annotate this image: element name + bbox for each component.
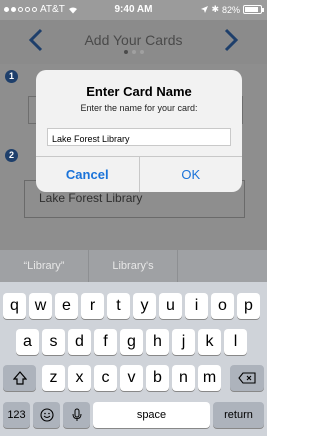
key-w[interactable]: w — [29, 293, 52, 319]
key-z[interactable]: z — [42, 365, 65, 391]
battery-percent: 82% — [221, 4, 240, 15]
key-c[interactable]: c — [94, 365, 117, 391]
status-bar: AT&T 9:40 AM ✱ 82% — [0, 0, 267, 20]
key-a[interactable]: a — [16, 329, 39, 355]
step-2-badge: 2 — [5, 149, 18, 162]
page-dot — [139, 50, 144, 54]
key-p[interactable]: p — [237, 293, 260, 319]
page-indicator — [0, 50, 267, 54]
key-i[interactable]: i — [185, 293, 208, 319]
keyboard: “Library” Library's q w e r t y u i o p … — [0, 250, 267, 436]
key-m[interactable]: m — [198, 365, 221, 391]
alert-title: Enter Card Name — [86, 84, 192, 99]
prediction-1[interactable]: “Library” — [0, 250, 89, 282]
predictive-bar: “Library” Library's — [0, 250, 267, 282]
alert-buttons: Cancel OK — [36, 156, 242, 192]
dictation-key[interactable] — [63, 402, 90, 428]
key-h[interactable]: h — [146, 329, 169, 355]
emoji-key[interactable] — [33, 402, 60, 428]
key-g[interactable]: g — [120, 329, 143, 355]
key-y[interactable]: y — [133, 293, 156, 319]
prediction-2[interactable]: Library's — [89, 250, 178, 282]
key-n[interactable]: n — [172, 365, 195, 391]
prediction-3[interactable] — [178, 250, 267, 282]
space-key[interactable]: space — [93, 402, 210, 428]
status-right: ✱ 82% — [201, 4, 264, 15]
key-q[interactable]: q — [3, 293, 26, 319]
key-u[interactable]: u — [159, 293, 182, 319]
cancel-button[interactable]: Cancel — [36, 157, 140, 192]
key-e[interactable]: e — [55, 293, 78, 319]
emoji-smiley-icon — [39, 408, 54, 422]
microphone-icon — [72, 408, 81, 421]
key-x[interactable]: x — [68, 365, 91, 391]
shift-arrow-icon — [12, 370, 27, 385]
key-k[interactable]: k — [198, 329, 221, 355]
ok-button[interactable]: OK — [140, 157, 243, 192]
key-o[interactable]: o — [211, 293, 234, 319]
delete-backspace-icon — [238, 372, 256, 384]
page-dot — [123, 50, 128, 54]
key-r[interactable]: r — [81, 293, 104, 319]
key-t[interactable]: t — [107, 293, 130, 319]
card-name-input[interactable] — [47, 128, 231, 146]
numbers-key[interactable]: 123 — [3, 402, 30, 428]
navigation-bar: Add Your Cards — [0, 20, 267, 64]
key-d[interactable]: d — [68, 329, 91, 355]
delete-key[interactable] — [230, 365, 264, 391]
key-v[interactable]: v — [120, 365, 143, 391]
key-b[interactable]: b — [146, 365, 169, 391]
battery-icon — [243, 5, 264, 14]
bluetooth-icon: ✱ — [211, 4, 219, 14]
key-f[interactable]: f — [94, 329, 117, 355]
step-1-badge: 1 — [5, 70, 18, 83]
alert-message: Enter the name for your card: — [80, 103, 198, 113]
key-l[interactable]: l — [224, 329, 247, 355]
key-j[interactable]: j — [172, 329, 195, 355]
location-icon — [201, 6, 209, 13]
return-key[interactable]: return — [213, 402, 264, 428]
shift-key[interactable] — [3, 365, 36, 391]
page-dot — [131, 50, 136, 54]
card-name-alert: Enter Card Name Enter the name for your … — [36, 70, 242, 192]
key-s[interactable]: s — [42, 329, 65, 355]
